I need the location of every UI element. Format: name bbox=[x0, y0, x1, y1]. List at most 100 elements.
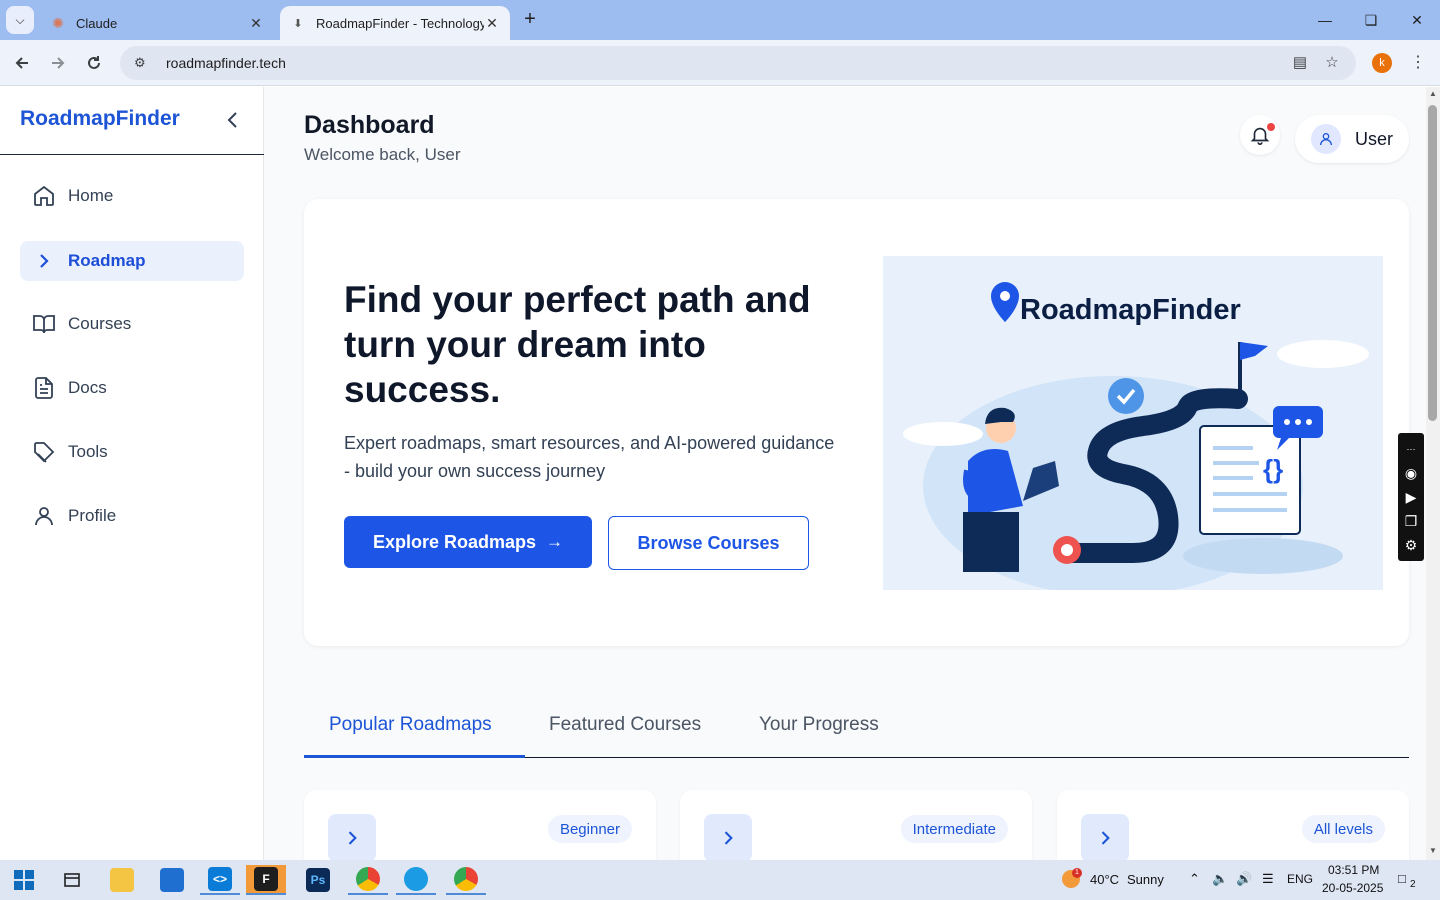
scroll-down-arrow-icon[interactable]: ▼ bbox=[1428, 846, 1438, 855]
start-button[interactable] bbox=[4, 865, 44, 895]
new-tab-button[interactable]: + bbox=[518, 8, 542, 32]
sidebar-item-home[interactable]: Home bbox=[20, 176, 244, 216]
brand-logo[interactable]: RoadmapFinder bbox=[20, 107, 180, 131]
taskbar-chrome-profile-k[interactable] bbox=[446, 865, 486, 895]
chevron-left-icon bbox=[227, 112, 237, 128]
clock-time[interactable]: 03:51 PM bbox=[1328, 863, 1379, 877]
notification-count: 2 bbox=[1410, 879, 1416, 890]
site-settings-icon[interactable]: ⚙ bbox=[134, 55, 152, 71]
video-icon[interactable]: ▶ bbox=[1406, 490, 1417, 504]
avatar bbox=[1311, 124, 1341, 154]
sidebar: RoadmapFinder Home Roadmap Courses Docs … bbox=[0, 87, 264, 860]
sidebar-divider bbox=[0, 154, 264, 155]
profile-avatar[interactable]: k bbox=[1372, 53, 1392, 73]
claude-logo-icon: ✺ bbox=[52, 14, 64, 31]
wifi-icon[interactable]: ☰ bbox=[1262, 871, 1274, 887]
tab-your-progress[interactable]: Your Progress bbox=[759, 714, 879, 736]
chrome-icon bbox=[356, 867, 380, 891]
camera-icon[interactable]: ◉ bbox=[1405, 466, 1417, 480]
install-app-icon[interactable]: ▤ bbox=[1288, 50, 1312, 74]
sidebar-item-label: Roadmap bbox=[68, 251, 146, 270]
language-indicator[interactable]: ENG bbox=[1287, 872, 1313, 886]
show-hidden-icons[interactable]: ⌃ bbox=[1189, 871, 1200, 887]
chevron-right-icon bbox=[40, 254, 49, 268]
more-options-icon[interactable]: ⋯ bbox=[1407, 442, 1416, 456]
sidebar-item-label: Tools bbox=[68, 442, 108, 461]
tag-icon bbox=[34, 442, 55, 463]
edge-icon bbox=[404, 867, 428, 891]
sidebar-item-label: Courses bbox=[68, 314, 132, 333]
browser-menu-icon[interactable]: ⋮ bbox=[1408, 52, 1428, 74]
sidebar-item-tools[interactable]: Tools bbox=[20, 432, 244, 472]
active-tab-indicator bbox=[304, 755, 525, 758]
sidebar-item-courses[interactable]: Courses bbox=[20, 304, 244, 344]
browser-tab-claude[interactable]: ✺ Claude ✕ bbox=[40, 6, 274, 40]
sidebar-item-docs[interactable]: Docs bbox=[20, 368, 244, 408]
document-icon bbox=[35, 377, 53, 399]
sidebar-item-roadmap[interactable]: Roadmap bbox=[20, 241, 244, 281]
roadmap-card[interactable]: All levels bbox=[1057, 790, 1409, 860]
user-menu-button[interactable]: User bbox=[1295, 115, 1409, 163]
book-icon bbox=[33, 315, 55, 334]
speaker-icon[interactable]: 🔈 bbox=[1212, 871, 1228, 887]
windows-logo-icon bbox=[14, 870, 34, 890]
level-badge: Intermediate bbox=[900, 815, 1008, 843]
tab-popular-roadmaps[interactable]: Popular Roadmaps bbox=[329, 714, 492, 736]
taskbar-figma[interactable]: F bbox=[246, 865, 286, 895]
taskbar-edge[interactable] bbox=[396, 865, 436, 895]
reload-button[interactable] bbox=[81, 50, 107, 76]
page-title: Dashboard bbox=[304, 111, 435, 139]
weather-description[interactable]: Sunny bbox=[1127, 872, 1164, 887]
back-button[interactable] bbox=[9, 50, 35, 76]
forward-button[interactable] bbox=[45, 50, 71, 76]
taskbar-chrome-profile-s[interactable] bbox=[348, 865, 388, 895]
collapse-sidebar-button[interactable] bbox=[222, 107, 244, 133]
roadmap-card[interactable]: Beginner bbox=[304, 790, 656, 860]
arrow-left-icon bbox=[15, 57, 28, 69]
tab-search-button[interactable]: ⌵ bbox=[6, 6, 34, 34]
vscode-icon: <> bbox=[208, 867, 232, 891]
tab-title: RoadmapFinder - Technology S bbox=[316, 15, 484, 31]
roadmap-card[interactable]: Intermediate bbox=[680, 790, 1032, 860]
explore-roadmaps-button[interactable]: Explore Roadmaps → bbox=[344, 516, 592, 568]
volume-icon[interactable]: 🔊 bbox=[1236, 871, 1252, 887]
tab-featured-courses[interactable]: Featured Courses bbox=[549, 714, 701, 736]
chevron-right-icon bbox=[724, 831, 733, 845]
address-bar[interactable]: ⚙ roadmapfinder.tech bbox=[120, 46, 1356, 80]
user-name: User bbox=[1355, 128, 1394, 149]
sidebar-item-profile[interactable]: Profile bbox=[20, 496, 244, 536]
scrollbar-thumb[interactable] bbox=[1428, 105, 1437, 421]
figma-icon: F bbox=[254, 867, 278, 891]
taskbar-photoshop[interactable]: Ps bbox=[298, 865, 338, 895]
task-view-button[interactable] bbox=[52, 865, 92, 895]
scroll-up-arrow-icon[interactable]: ▲ bbox=[1428, 89, 1438, 98]
close-tab-icon[interactable]: ✕ bbox=[248, 15, 264, 32]
button-label: Explore Roadmaps bbox=[372, 531, 537, 552]
gear-icon[interactable]: ⚙ bbox=[1405, 538, 1418, 552]
browse-courses-button[interactable]: Browse Courses bbox=[608, 516, 809, 570]
close-window-button[interactable]: ✕ bbox=[1394, 0, 1440, 40]
chevron-right-icon bbox=[348, 831, 357, 845]
clock-date[interactable]: 20-05-2025 bbox=[1322, 881, 1383, 895]
chrome-icon bbox=[454, 867, 478, 891]
home-icon bbox=[34, 185, 54, 206]
folder-icon bbox=[110, 868, 134, 892]
arrow-right-icon bbox=[52, 57, 65, 69]
notification-center-icon[interactable]: □ bbox=[1398, 871, 1406, 886]
browser-tab-roadmapfinder[interactable]: ⬇ RoadmapFinder - Technology S ✕ bbox=[280, 6, 510, 40]
taskbar-vscode[interactable]: <> bbox=[200, 865, 240, 895]
taskbar-file-explorer[interactable] bbox=[102, 865, 142, 895]
notifications-button[interactable] bbox=[1240, 115, 1280, 155]
user-icon bbox=[35, 507, 53, 526]
welcome-message: Welcome back, User bbox=[304, 145, 461, 164]
taskbar-store[interactable] bbox=[152, 865, 192, 895]
bookmark-star-icon[interactable]: ☆ bbox=[1320, 50, 1344, 74]
sidebar-item-label: Profile bbox=[68, 506, 117, 525]
tab-title: Claude bbox=[76, 15, 118, 31]
minimize-button[interactable]: — bbox=[1302, 0, 1348, 40]
restore-button[interactable]: ❏ bbox=[1348, 0, 1394, 40]
weather-temperature[interactable]: 40°C bbox=[1090, 872, 1119, 887]
hero-headline: Find your perfect path and turn your dre… bbox=[344, 279, 811, 410]
close-tab-icon[interactable]: ✕ bbox=[484, 15, 500, 32]
window-icon[interactable]: ❐ bbox=[1405, 514, 1418, 528]
